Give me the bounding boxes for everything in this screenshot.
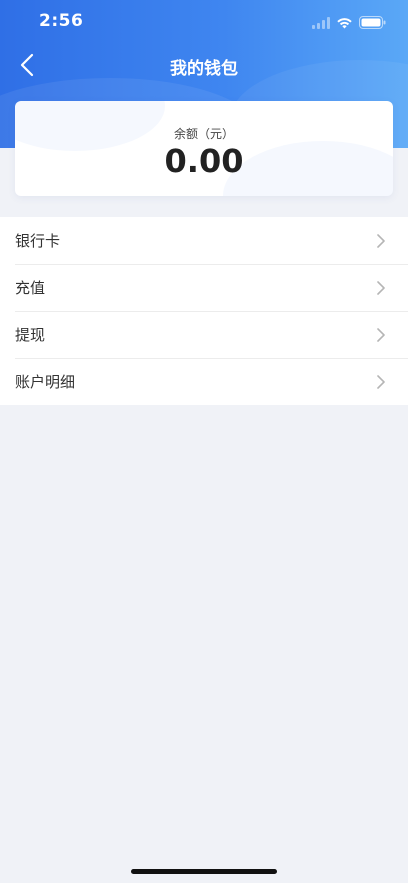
balance-label: 余额（元） bbox=[173, 127, 234, 141]
menu-item-bank-card[interactable]: 银行卡 bbox=[0, 217, 408, 264]
battery-icon bbox=[359, 14, 386, 33]
page-title: 我的钱包 bbox=[170, 59, 238, 79]
signal-icon bbox=[312, 14, 330, 33]
chevron-right-icon bbox=[374, 374, 388, 390]
balance-amount: 0.00 bbox=[164, 142, 244, 180]
menu-item-label: 提现 bbox=[15, 326, 46, 344]
home-indicator[interactable] bbox=[131, 869, 277, 874]
menu-item-recharge[interactable]: 充值 bbox=[0, 264, 408, 311]
menu-item-account-details[interactable]: 账户明细 bbox=[0, 358, 408, 405]
menu-item-label: 账户明细 bbox=[15, 373, 76, 391]
status-time: 2:56 bbox=[39, 11, 84, 31]
status-icons bbox=[312, 14, 386, 33]
navigation-bar: 我的钱包 bbox=[0, 44, 408, 88]
wifi-icon bbox=[336, 14, 353, 33]
chevron-right-icon bbox=[374, 233, 388, 249]
status-bar: 2:56 bbox=[0, 0, 408, 44]
menu-item-label: 充值 bbox=[15, 279, 46, 297]
chevron-right-icon bbox=[374, 327, 388, 343]
wallet-screen: 2:56 我的钱包 余额（元） 0.00 银行卡 充值 提现 账户明细 bbox=[0, 0, 408, 883]
menu-item-withdraw[interactable]: 提现 bbox=[0, 311, 408, 358]
wallet-menu-list: 银行卡 充值 提现 账户明细 bbox=[0, 217, 408, 405]
menu-item-label: 银行卡 bbox=[15, 232, 61, 250]
chevron-right-icon bbox=[374, 280, 388, 296]
balance-card: 余额（元） 0.00 bbox=[15, 101, 393, 196]
